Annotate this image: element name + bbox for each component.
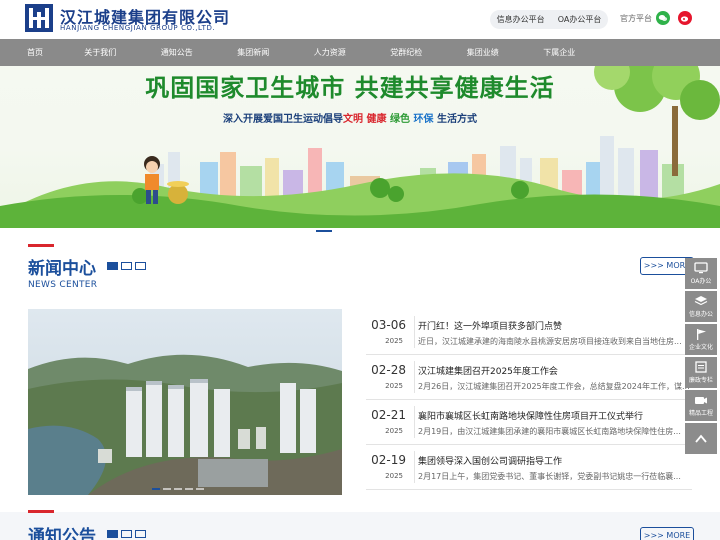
banner-word-4: 环保 xyxy=(413,114,434,125)
float-info-button[interactable]: 信息办公 xyxy=(685,291,717,322)
arrow-up-icon xyxy=(695,434,707,443)
news-summary: 2月19日，由汉江城建集团承建的襄阳市襄城区长虹南路地块保障性住房... xyxy=(418,427,681,436)
nav-subsidiaries[interactable]: 下属企业 xyxy=(521,39,598,66)
news-title[interactable]: 集团领导深入国创公司调研指导工作 xyxy=(418,454,688,467)
video-icon xyxy=(695,397,707,404)
nav-group-news[interactable]: 集团新闻 xyxy=(215,39,292,66)
banner-word-1: 文明 xyxy=(343,114,364,125)
news-list: 03-06 2025 开门红！这一外埠项目获多部门点赞 近日，汉江城建承建的海南… xyxy=(366,310,692,490)
news-year: 2025 xyxy=(385,472,403,480)
news-date: 03-06 xyxy=(371,318,406,332)
layers-icon xyxy=(694,296,708,306)
notice-more-button[interactable]: >>> MORE xyxy=(640,527,694,540)
news-section-accent xyxy=(28,244,54,247)
news-year: 2025 xyxy=(385,337,403,345)
float-oa-button[interactable]: OA办公 xyxy=(685,258,717,289)
news-year: 2025 xyxy=(385,427,403,435)
news-title[interactable]: 襄阳市襄城区长虹南路地块保障性住房项目开工仪式举行 xyxy=(418,409,688,422)
float-integrity-label: 廉政专栏 xyxy=(688,377,713,384)
float-oa-label: OA办公 xyxy=(690,278,712,285)
top-links: 信息办公平台 OA办公平台 xyxy=(490,10,608,29)
official-platform-label: 官方平台 xyxy=(620,14,652,23)
news-date: 02-19 xyxy=(371,453,406,467)
banner-slide-indicator[interactable] xyxy=(316,230,332,232)
news-divider xyxy=(414,406,415,438)
float-projects-button[interactable]: 精品工程 xyxy=(685,390,717,421)
main-nav: 首页 关于我们 通知公告 集团新闻 人力资源 党群纪检 集团业绩 下属企业 xyxy=(0,39,720,66)
banner-subtitle: 深入开展爱国卫生运动倡导文明 健康 绿色 环保 生活方式 xyxy=(0,110,700,125)
hero-banner[interactable]: 巩固国家卫生城市 共建共享健康生活 深入开展爱国卫生运动倡导文明 健康 绿色 环… xyxy=(0,66,720,228)
banner-subtitle-pre: 深入开展爱国卫生运动倡导 xyxy=(223,114,344,125)
nav-home[interactable]: 首页 xyxy=(0,39,62,66)
float-top-button[interactable] xyxy=(685,423,717,454)
info-office-link[interactable]: 信息办公平台 xyxy=(497,14,545,25)
notice-section-accent xyxy=(28,510,54,513)
nav-performance[interactable]: 集团业绩 xyxy=(445,39,522,66)
flag-icon xyxy=(697,329,706,340)
news-summary: 2月26日，汉江城建集团召开2025年度工作会，总结复盘2024年工作，谋... xyxy=(418,382,690,391)
news-section-subtitle: NEWS CENTER xyxy=(28,280,98,290)
notice-section-decoration xyxy=(107,530,146,538)
notice-section-title: 通知公告 xyxy=(28,527,96,540)
banner-title: 巩固国家卫生城市 共建共享健康生活 xyxy=(145,73,555,102)
right-float-bar: OA办公 信息办公 企业文化 廉政专栏 精品工程 xyxy=(685,258,717,456)
float-info-label: 信息办公 xyxy=(688,311,713,318)
news-divider xyxy=(414,451,415,483)
news-section-decoration xyxy=(107,262,146,270)
wechat-icon[interactable] xyxy=(656,11,670,25)
weibo-icon[interactable] xyxy=(678,11,692,25)
banner-word-3: 绿色 xyxy=(390,114,410,125)
news-date: 02-28 xyxy=(371,363,406,377)
nav-about[interactable]: 关于我们 xyxy=(62,39,139,66)
monitor-icon xyxy=(694,262,708,274)
news-summary: 2月17日上午，集团党委书记、董事长谢铎，党委副书记姚忠一行莅临襄... xyxy=(418,472,681,481)
nav-hr[interactable]: 人力资源 xyxy=(292,39,369,66)
news-item[interactable]: 03-06 2025 开门红！这一外埠项目获多部门点赞 近日，汉江城建承建的海南… xyxy=(366,310,692,355)
news-divider xyxy=(414,361,415,393)
nav-notices[interactable]: 通知公告 xyxy=(139,39,216,66)
oa-office-link[interactable]: OA办公平台 xyxy=(558,14,602,25)
banner-word-2: 健康 xyxy=(366,114,387,125)
news-photo[interactable] xyxy=(28,309,342,495)
float-integrity-button[interactable]: 廉政专栏 xyxy=(685,357,717,388)
page: 汉江城建集团有限公司 HANJIANG CHENGJIAN GROUP CO.,… xyxy=(0,0,720,540)
news-divider xyxy=(414,316,415,348)
news-date: 02-21 xyxy=(371,408,406,422)
news-summary: 近日，汉江城建承建的海南陵水县桃源安居房项目接连收到来自当地住房... xyxy=(418,337,682,346)
float-projects-label: 精品工程 xyxy=(688,410,713,417)
site-header: 汉江城建集团有限公司 HANJIANG CHENGJIAN GROUP CO.,… xyxy=(0,0,720,39)
news-title[interactable]: 开门红！这一外埠项目获多部门点赞 xyxy=(418,319,688,332)
nav-party[interactable]: 党群纪检 xyxy=(368,39,445,66)
book-icon xyxy=(695,361,707,373)
news-year: 2025 xyxy=(385,382,403,390)
news-item[interactable]: 02-28 2025 汉江城建集团召开2025年度工作会 2月26日，汉江城建集… xyxy=(366,355,692,400)
logo-name-en: HANJIANG CHENGJIAN GROUP CO.,LTD. xyxy=(60,24,216,32)
photo-slide-indicators[interactable] xyxy=(152,488,204,490)
logo-icon[interactable] xyxy=(24,3,54,33)
news-item[interactable]: 02-19 2025 集团领导深入国创公司调研指导工作 2月17日上午，集团党委… xyxy=(366,445,692,490)
news-item[interactable]: 02-21 2025 襄阳市襄城区长虹南路地块保障性住房项目开工仪式举行 2月1… xyxy=(366,400,692,445)
float-culture-label: 企业文化 xyxy=(688,344,713,351)
news-section-title: 新闻中心 xyxy=(28,259,96,279)
news-title[interactable]: 汉江城建集团召开2025年度工作会 xyxy=(418,364,688,377)
float-culture-button[interactable]: 企业文化 xyxy=(685,324,717,355)
banner-subtitle-post: 生活方式 xyxy=(436,114,477,125)
